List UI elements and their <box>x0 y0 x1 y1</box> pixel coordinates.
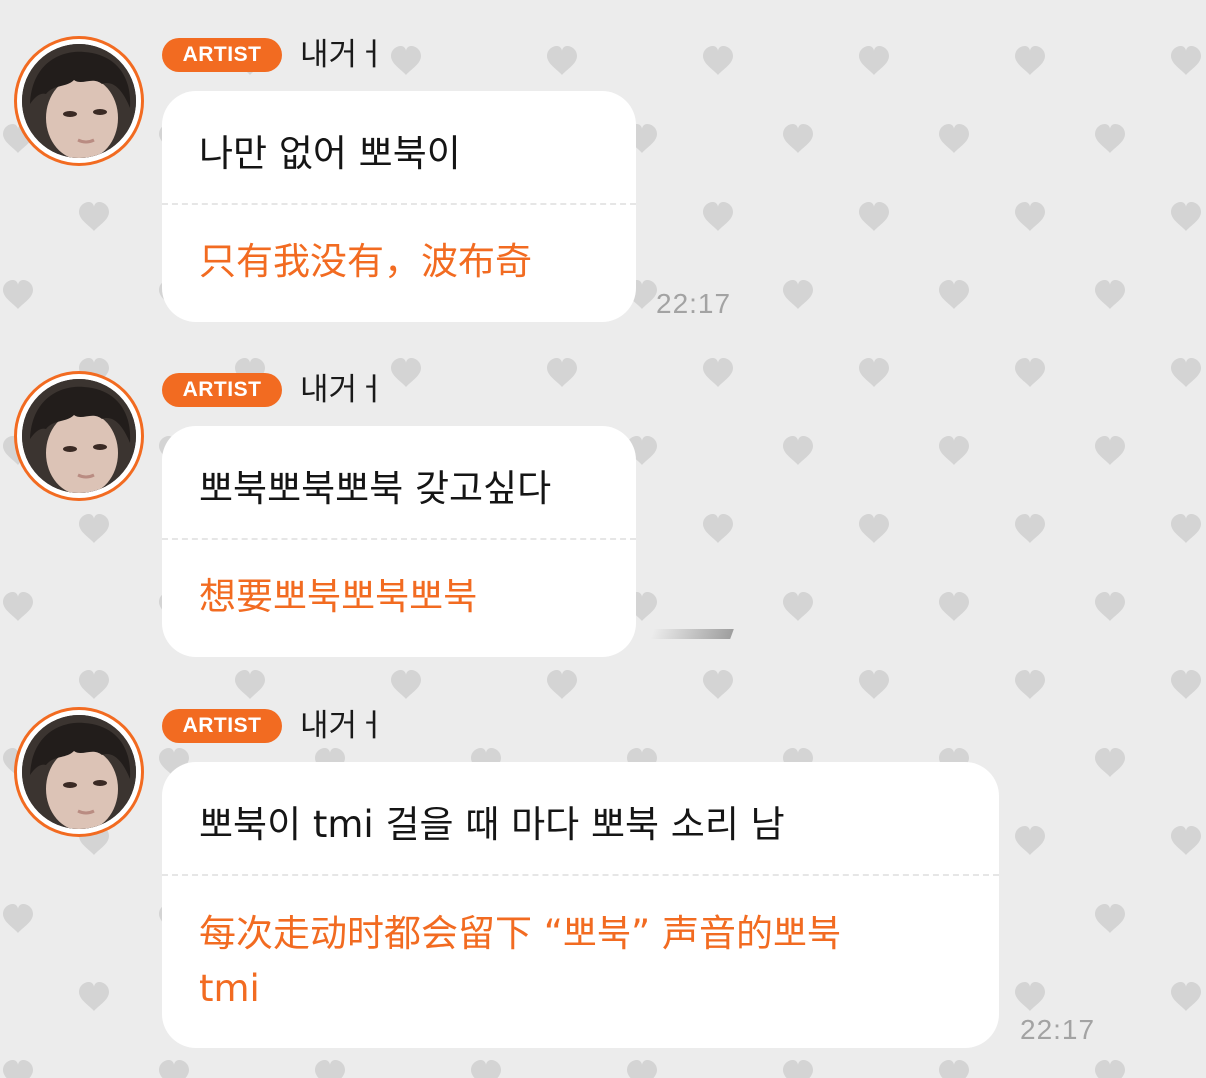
heart-icon <box>703 202 733 231</box>
cropped-timestamp <box>650 629 734 639</box>
heart-icon <box>1095 592 1125 621</box>
heart-icon <box>79 670 109 699</box>
heart-icon <box>703 514 733 543</box>
avatar[interactable] <box>14 707 144 837</box>
heart-icon <box>471 1060 501 1078</box>
heart-icon <box>1015 670 1045 699</box>
heart-icon <box>547 358 577 387</box>
heart-icon <box>859 358 889 387</box>
heart-icon <box>79 202 109 231</box>
heart-icon <box>1015 46 1045 75</box>
heart-icon <box>391 358 421 387</box>
translation-text: 只有我没有，波布奇 <box>199 240 532 283</box>
heart-icon <box>1095 436 1125 465</box>
heart-icon <box>1015 202 1045 231</box>
heart-icon <box>1015 982 1045 1011</box>
heart-icon <box>1171 826 1201 855</box>
original-text: 뽀북뽀북뽀북 갖고싶다 <box>199 467 552 510</box>
heart-icon <box>315 1060 345 1078</box>
heart-icon <box>235 670 265 699</box>
heart-icon <box>783 592 813 621</box>
heart-icon <box>1095 280 1125 309</box>
heart-icon <box>939 592 969 621</box>
heart-icon <box>859 46 889 75</box>
heart-icon <box>859 670 889 699</box>
message-bubble[interactable]: 나만 없어 뽀북이 只有我没有，波布奇 <box>162 91 636 322</box>
heart-icon <box>1171 358 1201 387</box>
heart-icon <box>1095 904 1125 933</box>
heart-icon <box>1171 202 1201 231</box>
translation-text-line-2: tmi <box>199 967 260 1010</box>
heart-icon <box>79 982 109 1011</box>
heart-icon <box>391 670 421 699</box>
heart-icon <box>703 358 733 387</box>
heart-icon <box>939 1060 969 1078</box>
sender-name: 내거ㅓ <box>300 37 386 73</box>
heart-icon <box>159 1060 189 1078</box>
heart-icon <box>859 514 889 543</box>
sender-name: 내거ㅓ <box>300 708 386 744</box>
translation-text-line-1: 每次走动时都会留下 “뽀북” 声音的뽀북 <box>199 912 842 955</box>
heart-icon <box>391 46 421 75</box>
divider <box>162 874 999 876</box>
heart-icon <box>783 280 813 309</box>
original-text: 뽀북이 tmi 걸을 때 마다 뽀북 소리 남 <box>199 803 785 846</box>
message-bubble[interactable]: 뽀북뽀북뽀북 갖고싶다 想要뽀북뽀북뽀북 <box>162 426 636 657</box>
heart-icon <box>3 280 33 309</box>
heart-icon <box>1015 826 1045 855</box>
heart-icon <box>703 670 733 699</box>
artist-badge: ARTIST <box>162 709 282 743</box>
message-bubble[interactable]: 뽀북이 tmi 걸을 때 마다 뽀북 소리 남 每次走动时都会留下 “뽀북” 声… <box>162 762 999 1048</box>
sender-name: 내거ㅓ <box>300 372 386 408</box>
heart-icon <box>1171 46 1201 75</box>
avatar[interactable] <box>14 36 144 166</box>
heart-icon <box>547 46 577 75</box>
timestamp: 22:17 <box>1020 1014 1096 1045</box>
artist-badge: ARTIST <box>162 373 282 407</box>
heart-icon <box>783 124 813 153</box>
heart-icon <box>939 280 969 309</box>
heart-icon <box>3 1060 33 1078</box>
heart-icon <box>627 1060 657 1078</box>
heart-icon <box>1095 124 1125 153</box>
heart-icon <box>1015 514 1045 543</box>
heart-icon <box>1095 748 1125 777</box>
original-text: 나만 없어 뽀북이 <box>199 132 461 175</box>
heart-icon <box>1095 1060 1125 1078</box>
heart-icon <box>3 904 33 933</box>
heart-icon <box>703 46 733 75</box>
heart-icon <box>3 592 33 621</box>
heart-icon <box>1171 670 1201 699</box>
timestamp: 22:17 <box>656 288 732 319</box>
heart-icon <box>783 436 813 465</box>
heart-icon <box>547 670 577 699</box>
heart-icon <box>1015 358 1045 387</box>
heart-icon <box>79 514 109 543</box>
avatar[interactable] <box>14 371 144 501</box>
heart-icon <box>859 202 889 231</box>
heart-icon <box>939 436 969 465</box>
heart-icon <box>939 124 969 153</box>
heart-icon <box>783 1060 813 1078</box>
translation-text: 想要뽀북뽀북뽀북 <box>199 575 478 618</box>
artist-badge: ARTIST <box>162 38 282 72</box>
divider <box>162 538 636 540</box>
heart-icon <box>1171 982 1201 1011</box>
heart-icon <box>1171 514 1201 543</box>
divider <box>162 203 636 205</box>
